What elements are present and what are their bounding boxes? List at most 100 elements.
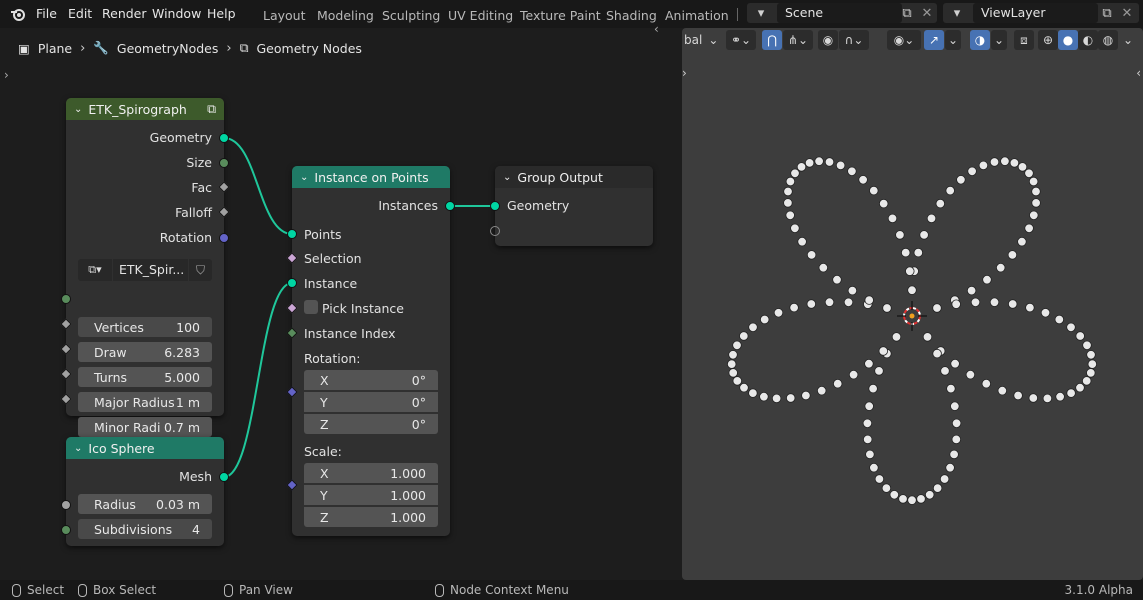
menu-edit[interactable]: Edit [68, 6, 92, 21]
tab-shading[interactable]: Shading [606, 8, 657, 23]
sphere-instance [1009, 158, 1020, 168]
menu-render[interactable]: Render [102, 6, 147, 21]
group-output-node[interactable]: ⌄ Group Output Geometry [495, 166, 653, 246]
tab-uv-editing[interactable]: UV Editing [448, 8, 513, 23]
sphere-instance [773, 308, 784, 318]
blender-logo-icon[interactable] [10, 6, 26, 22]
viewlayer-name-field[interactable]: ViewLayer [973, 3, 1098, 23]
sphere-instance [1007, 250, 1018, 260]
radius-value: 0.03 m [156, 496, 200, 512]
sphere-instance [949, 449, 959, 460]
socket-rotation-out[interactable] [219, 233, 229, 243]
rotation-x-field[interactable]: X 0° [304, 370, 438, 390]
socket-size-out[interactable] [219, 158, 229, 168]
collapse-chevron-icon[interactable]: ⌄ [74, 104, 82, 115]
collapse-chevron-icon[interactable]: ⌄ [300, 172, 308, 183]
menu-file[interactable]: File [36, 6, 57, 21]
sphere-instance [996, 262, 1006, 273]
socket-vertices-in[interactable] [61, 294, 71, 304]
socket-output-empty-in[interactable] [490, 226, 500, 236]
tab-sculpting[interactable]: Sculpting [382, 8, 440, 23]
status-box-select-label: Box Select [93, 583, 157, 597]
subdivisions-field[interactable]: Subdivisions 4 [78, 519, 212, 539]
tab-texture-paint[interactable]: Texture Paint [520, 8, 601, 23]
mouse-middle-icon [224, 583, 233, 597]
3d-cursor-icon[interactable] [897, 301, 927, 331]
node-group-selector: ⧉▾ ETK_Spir... ⛉ [78, 259, 212, 281]
rotation-x-axis: X [320, 372, 329, 388]
socket-instances-out[interactable] [445, 201, 455, 211]
spirograph-node[interactable]: ⌄ ETK_Spirograph ⧉ Geometry Size Fac Fal… [66, 98, 224, 437]
sphere-instance [1087, 359, 1098, 369]
rotation-z-field[interactable]: Z 0° [304, 414, 438, 434]
radius-field[interactable]: Radius 0.03 m [78, 494, 212, 514]
node-group-name-field[interactable]: ETK_Spir... [113, 259, 188, 281]
sphere-instance [913, 247, 924, 258]
output-instances-label: Instances [378, 198, 438, 213]
sphere-instance [907, 285, 917, 295]
sphere-instance [965, 370, 976, 380]
tab-layout[interactable]: Layout [263, 8, 306, 23]
menu-help[interactable]: Help [207, 6, 236, 21]
sphere-instance [783, 198, 793, 208]
group-output-header[interactable]: ⌄ Group Output [495, 166, 653, 188]
ico-sphere-node[interactable]: ⌄ Ico Sphere Mesh Radius 0.03 m Subdivis… [66, 437, 224, 546]
fake-user-shield-icon[interactable]: ⛉ [189, 259, 212, 281]
sphere-instance [891, 332, 902, 342]
remove-scene-icon[interactable]: ✕ [917, 3, 937, 23]
new-viewlayer-icon[interactable]: ⧉ [1097, 3, 1117, 23]
tab-animation[interactable]: Animation [665, 8, 729, 23]
rotation-y-field[interactable]: Y 0° [304, 392, 438, 412]
viewlayer-browse-icon[interactable]: ▾ [947, 3, 967, 23]
sphere-instance [898, 494, 908, 504]
sphere-instance [1031, 198, 1041, 208]
draw-field[interactable]: Draw 6.283 [78, 342, 212, 362]
subdivisions-value: 4 [192, 521, 200, 537]
sphere-instance [804, 158, 815, 168]
scale-z-field[interactable]: Z 1.000 [304, 507, 438, 527]
sphere-instance [932, 348, 942, 359]
3d-viewport[interactable]: bal ⌄ ⚭⌄ ⋂ ⋔⌄ ◉ ∩⌄ ◉⌄ ↗ ⌄ ◑ ⌄ ⧈ ⊕ ● ◐ ◍ ⌄… [682, 28, 1143, 580]
instance-on-points-node[interactable]: ⌄ Instance on Points Instances Points Se… [292, 166, 450, 536]
sphere-instance [848, 370, 859, 380]
socket-output-geometry-in[interactable] [490, 201, 500, 211]
vertices-field[interactable]: Vertices 100 [78, 317, 212, 337]
instance-on-points-header[interactable]: ⌄ Instance on Points [292, 166, 450, 188]
link-mesh-to-instance [223, 282, 293, 478]
socket-points-in[interactable] [287, 229, 297, 239]
socket-mesh-out[interactable] [219, 472, 229, 482]
sphere-instance [956, 175, 966, 185]
rotation-y-axis: Y [320, 394, 328, 410]
spirograph-node-header[interactable]: ⌄ ETK_Spirograph ⧉ [66, 98, 224, 120]
turns-field[interactable]: Turns 5.000 [78, 367, 212, 387]
minor-radius-field[interactable]: Minor Radi 0.7 m [78, 417, 212, 437]
collapse-chevron-icon[interactable]: ⌄ [74, 443, 82, 454]
node-group-browse-icon[interactable]: ⧉▾ [78, 259, 112, 281]
remove-viewlayer-icon[interactable]: ✕ [1117, 3, 1137, 23]
scene-browse-icon[interactable]: ▾ [751, 3, 771, 23]
input-selection-label: Selection [304, 251, 362, 266]
draw-value: 6.283 [164, 344, 200, 360]
socket-subdivisions-in[interactable] [61, 525, 71, 535]
ico-sphere-node-header[interactable]: ⌄ Ico Sphere [66, 437, 224, 459]
pick-instance-checkbox[interactable] [304, 300, 318, 314]
node-editor[interactable]: ▣ Plane › 🔧 GeometryNodes › ⧉ Geometry N… [0, 22, 680, 580]
major-radius-field[interactable]: Major Radius 1 m [78, 392, 212, 412]
socket-radius-in[interactable] [61, 500, 71, 510]
sphere-instance [835, 160, 846, 171]
tab-modeling[interactable]: Modeling [317, 8, 374, 23]
new-scene-icon[interactable]: ⧉ [897, 3, 917, 23]
minor-radius-label: Minor Radi [94, 419, 161, 435]
scale-y-field[interactable]: Y 1.000 [304, 485, 438, 505]
socket-geometry-out[interactable] [219, 133, 229, 143]
socket-instance-in[interactable] [287, 278, 297, 288]
scale-x-value: 1.000 [390, 465, 426, 481]
sphere-instance [759, 314, 770, 325]
scene-name-field[interactable]: Scene [777, 3, 902, 23]
menu-window[interactable]: Window [152, 6, 201, 21]
sphere-instance [771, 393, 782, 404]
sphere-instance [806, 250, 817, 260]
collapse-chevron-icon[interactable]: ⌄ [503, 172, 511, 183]
sphere-instance [785, 176, 796, 187]
scale-x-field[interactable]: X 1.000 [304, 463, 438, 483]
